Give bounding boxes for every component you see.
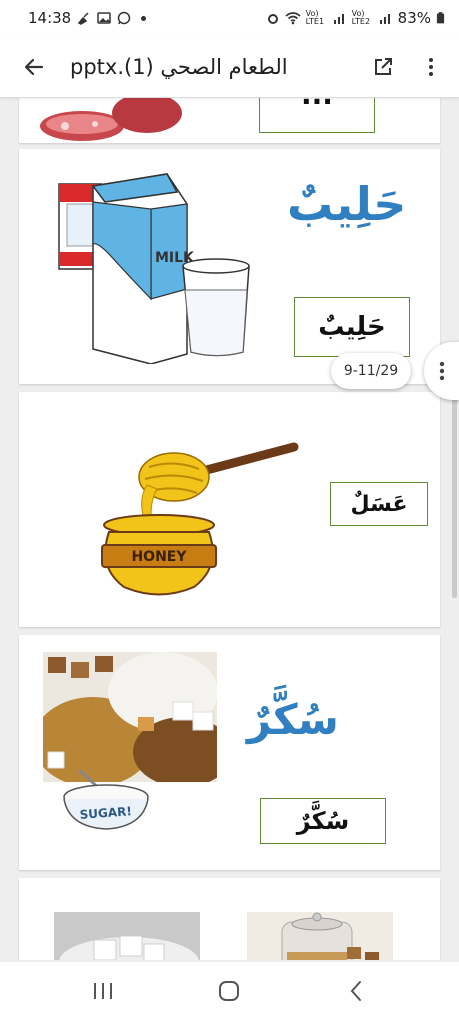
broom-icon bbox=[78, 12, 89, 25]
back-button[interactable] bbox=[6, 39, 62, 95]
network-label-1: Vo) LTE1 bbox=[305, 9, 325, 26]
navigation-bar bbox=[0, 962, 459, 1020]
open-in-new-icon bbox=[375, 57, 392, 75]
arrow-left-icon bbox=[24, 58, 44, 75]
slide-honey[interactable]: HONEY عَسَلٌ bbox=[19, 392, 440, 627]
home-button[interactable] bbox=[199, 969, 259, 1013]
word-text: حَلِيبٌ bbox=[318, 312, 386, 342]
sugar-bowl-image: SUGAR! bbox=[63, 768, 149, 830]
sugar-image bbox=[43, 652, 217, 782]
slide-sugar[interactable]: SUGAR! سُكَّرٌ سُكَّرٌ bbox=[19, 635, 440, 870]
signal-icon bbox=[379, 14, 390, 24]
word-box: ... bbox=[259, 98, 375, 133]
home-icon bbox=[219, 981, 240, 1001]
sugar-cubes-image bbox=[54, 912, 200, 960]
status-bar: 14:38 Vo) LTE1 Vo) LTE2 83% bbox=[0, 0, 459, 36]
meat-image bbox=[40, 98, 182, 141]
slide-milk[interactable]: MILK حَلِيبٌ حَلِيبٌ bbox=[19, 149, 440, 384]
more-vertical-icon bbox=[429, 57, 433, 76]
nav-back-icon bbox=[350, 981, 361, 1001]
status-time: 14:38 bbox=[28, 9, 72, 27]
honey-label: HONEY bbox=[131, 549, 187, 565]
word-text: ... bbox=[301, 98, 333, 111]
battery-percent: 83% bbox=[397, 9, 431, 27]
slide-meat[interactable]: ... bbox=[19, 98, 440, 143]
slide-sugar-cubes[interactable] bbox=[19, 878, 440, 960]
milk-image: MILK bbox=[58, 173, 250, 364]
word-text: سُكَّرٌ bbox=[296, 807, 350, 835]
alarm-icon bbox=[267, 14, 278, 24]
gallery-icon bbox=[97, 12, 111, 24]
sugar-jar-image bbox=[247, 912, 393, 960]
word-box: عَسَلٌ bbox=[330, 482, 428, 526]
word-box: سُكَّرٌ bbox=[260, 798, 386, 844]
signal-icon bbox=[333, 14, 344, 24]
page-indicator: 9-11/29 bbox=[331, 353, 411, 389]
big-word: حَلِيبٌ bbox=[287, 177, 407, 231]
whatsapp-icon bbox=[117, 11, 131, 25]
word-text: عَسَلٌ bbox=[350, 491, 408, 517]
recents-button[interactable] bbox=[73, 969, 133, 1013]
app-bar: pptx.(1) الطعام الصحي bbox=[0, 36, 459, 98]
honey-image: HONEY bbox=[101, 442, 299, 596]
big-word: سُكَّرٌ bbox=[247, 695, 339, 744]
wifi-icon bbox=[285, 12, 301, 25]
more-vertical-icon bbox=[439, 361, 445, 381]
recents-icon bbox=[94, 983, 113, 999]
notification-dot bbox=[141, 15, 147, 21]
network-label-2: Vo) LTE2 bbox=[351, 9, 371, 26]
document-title: pptx.(1) الطعام الصحي bbox=[70, 54, 288, 79]
slide-list[interactable]: ... MILK حَلِيبٌ حَلِيبٌ bbox=[0, 98, 459, 960]
open-external-button[interactable] bbox=[359, 43, 407, 91]
nav-back-button[interactable] bbox=[326, 969, 386, 1013]
word-box: حَلِيبٌ bbox=[294, 297, 410, 357]
battery-icon bbox=[436, 12, 445, 24]
more-options-button[interactable] bbox=[407, 43, 455, 91]
